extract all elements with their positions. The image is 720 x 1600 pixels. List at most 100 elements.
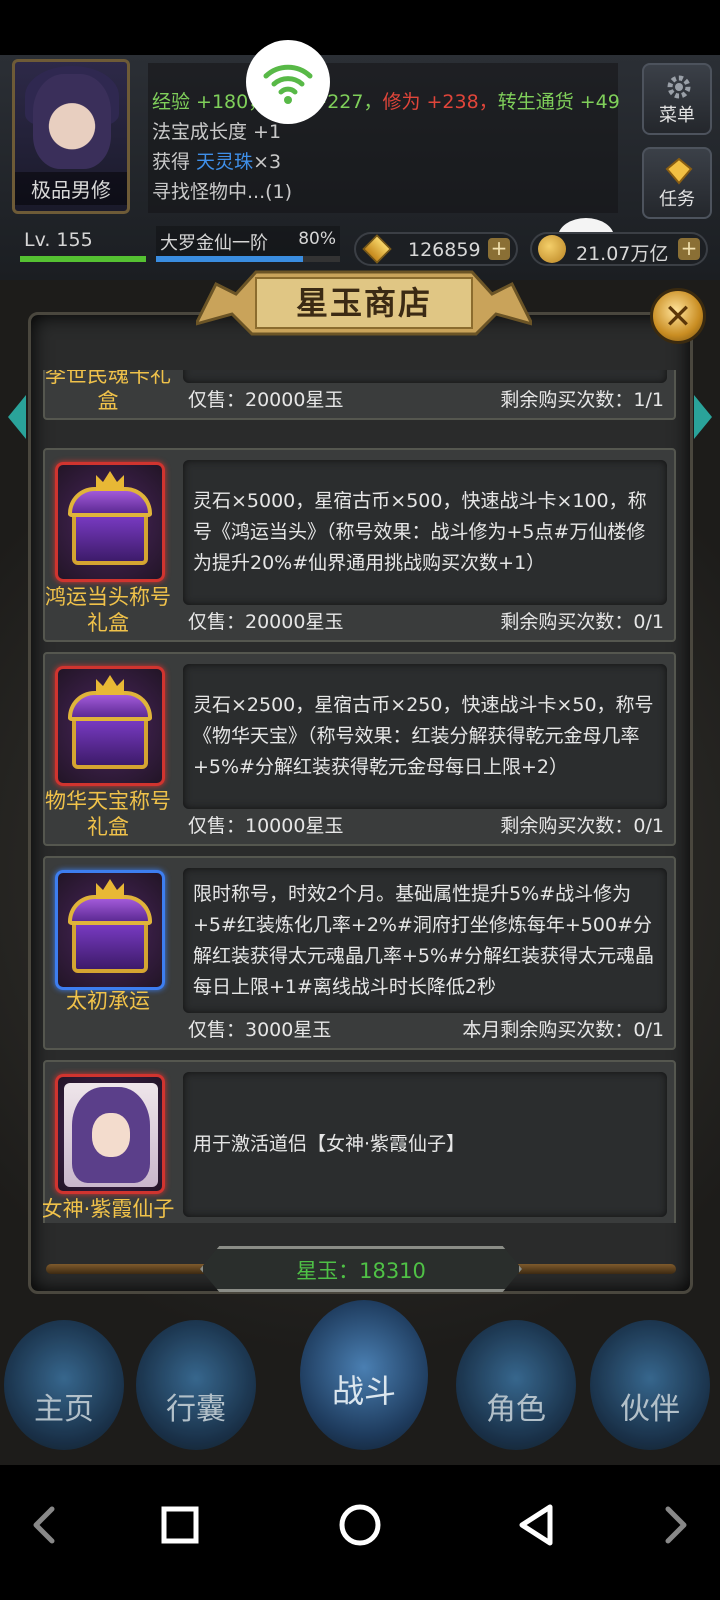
chevron-left-icon[interactable] bbox=[14, 1495, 74, 1555]
item-price: 仅售：20000星玉 bbox=[188, 611, 344, 633]
avatar-name: 极品男修 bbox=[15, 172, 127, 205]
item-purchase-limit: 本月剩余购买次数：0/1 bbox=[462, 1019, 664, 1041]
wifi-icon bbox=[246, 40, 330, 124]
item-description: 用于激活道侣【女神·紫霞仙子】 bbox=[193, 1133, 466, 1155]
item-description: 灵石×5000，星宿古币×500，快速战斗卡×100，称号《鸿运当头》（称号效果… bbox=[193, 490, 647, 574]
avatar-face bbox=[33, 74, 111, 169]
chest-crown bbox=[96, 471, 124, 491]
item-description-box: 用于激活道侣【女神·紫霞仙子】 bbox=[183, 1072, 667, 1217]
system-navigation-bar bbox=[0, 1465, 720, 1600]
log-obtain-suffix: ×3 bbox=[253, 151, 282, 173]
back-icon[interactable] bbox=[508, 1495, 568, 1555]
nav-home-label: 主页 bbox=[34, 1392, 94, 1427]
log-line-obtain: 获得 天灵珠×3 bbox=[152, 147, 614, 177]
shop-item-list[interactable]: 性增加减免2.6% 李世民魂卡礼盒 仅售：20000星玉 剩余购买次数：1/1 … bbox=[43, 370, 679, 1223]
realm-progress-track bbox=[156, 256, 340, 262]
item-icon-frame bbox=[55, 1074, 165, 1194]
gear-icon bbox=[667, 75, 691, 99]
item-name: 物华天宝称号礼盒 bbox=[45, 789, 171, 839]
diamond-icon bbox=[665, 157, 693, 185]
log-obtain-prefix: 获得 bbox=[152, 151, 197, 173]
nav-partner-button[interactable]: 伙伴 bbox=[590, 1320, 710, 1450]
gem-currency: 126859 + bbox=[354, 232, 518, 266]
gem-icon bbox=[362, 234, 392, 264]
item-icon-frame bbox=[55, 462, 165, 582]
nav-partner-label: 伙伴 bbox=[620, 1392, 680, 1427]
star-jade-balance: 星玉：18310 bbox=[296, 1259, 426, 1283]
log-line-artifact: 法宝成长度 +1 bbox=[152, 121, 282, 143]
close-button[interactable]: ✕ bbox=[650, 288, 706, 344]
item-price: 仅售：3000星玉 bbox=[188, 1019, 332, 1041]
item-description: 性增加减免2.6% bbox=[193, 370, 336, 378]
gem-amount: 126859 bbox=[408, 239, 481, 261]
menu-button[interactable]: 菜单 bbox=[642, 63, 712, 135]
item-name: 李世民魂卡礼盒 bbox=[45, 370, 171, 413]
shop-item[interactable]: 物华天宝称号礼盒 灵石×2500，星宿古币×250，快速战斗卡×50，称号《物华… bbox=[43, 652, 676, 846]
item-description-box: 灵石×2500，星宿古币×250，快速战斗卡×50，称号《物华天宝》（称号效果：… bbox=[183, 664, 667, 809]
item-price: 仅售：10000星玉 bbox=[188, 815, 344, 837]
player-avatar[interactable]: 极品男修 bbox=[12, 59, 130, 214]
add-gold-button[interactable]: + bbox=[678, 238, 700, 260]
item-name: 女神·紫霞仙子 bbox=[43, 1197, 175, 1221]
recent-apps-icon[interactable] bbox=[150, 1495, 210, 1555]
home-icon[interactable] bbox=[330, 1495, 390, 1555]
item-name: 鸿运当头称号礼盒 bbox=[45, 585, 171, 635]
shop-title: 星玉商店 bbox=[295, 284, 432, 322]
log-line-rewards: 经验 +180，银币 +227，修为 +238，转生通货 +49 bbox=[152, 87, 620, 117]
realm-progress-fill bbox=[156, 256, 304, 262]
nav-home-button[interactable]: 主页 bbox=[4, 1320, 124, 1450]
item-description-box: 限时称号，时效2个月。基础属性提升5%#战斗修为+5#红装炼化几率+2%#洞府打… bbox=[183, 868, 667, 1013]
item-name: 太初承运 bbox=[66, 989, 150, 1013]
nav-role-label: 角色 bbox=[486, 1392, 546, 1427]
log-rebirth-currency: 转生通货 +49 bbox=[497, 91, 620, 113]
item-description: 灵石×2500，星宿古币×250，快速战斗卡×50，称号《物华天宝》（称号效果：… bbox=[193, 694, 654, 778]
scroll-right-arrow-icon[interactable] bbox=[694, 395, 712, 439]
chest-lid bbox=[68, 487, 152, 517]
goddess-portrait bbox=[64, 1083, 158, 1187]
item-description: 限时称号，时效2个月。基础属性提升5%#战斗修为+5#红装炼化几率+2%#洞府打… bbox=[193, 882, 654, 998]
coin-icon bbox=[538, 235, 566, 263]
gold-amount: 21.07万亿 bbox=[576, 243, 669, 265]
battle-log: 经验 +180，银币 +227，修为 +238，转生通货 +49 法宝成长度 +… bbox=[148, 63, 620, 213]
gold-currency: 21.07万亿 + bbox=[530, 232, 708, 266]
nav-battle-button[interactable]: 战斗 bbox=[300, 1300, 428, 1450]
item-purchase-limit: 剩余购买次数：0/1 bbox=[500, 611, 664, 633]
chest-crown bbox=[96, 879, 124, 899]
menu-label: 菜单 bbox=[659, 105, 695, 126]
shop-item[interactable]: 太初承运 限时称号，时效2个月。基础属性提升5%#战斗修为+5#红装炼化几率+2… bbox=[43, 856, 676, 1050]
shop-item[interactable]: 女神·紫霞仙子 用于激活道侣【女神·紫霞仙子】 bbox=[43, 1060, 676, 1223]
item-description-box: 性增加减免2.6% bbox=[183, 370, 667, 383]
shop-item[interactable]: 鸿运当头称号礼盒 灵石×5000，星宿古币×500，快速战斗卡×100，称号《鸿… bbox=[43, 448, 676, 642]
item-purchase-limit: 剩余购买次数：1/1 bbox=[500, 389, 664, 411]
chevron-right-icon[interactable] bbox=[646, 1495, 706, 1555]
item-description-box: 灵石×5000，星宿古币×500，快速战斗卡×100，称号《鸿运当头》（称号效果… bbox=[183, 460, 667, 605]
item-price: 仅售：20000星玉 bbox=[188, 389, 344, 411]
chest-crown bbox=[96, 675, 124, 695]
close-icon: ✕ bbox=[663, 297, 693, 337]
add-gems-button[interactable]: + bbox=[488, 238, 510, 260]
treasure-chest-icon bbox=[72, 511, 148, 565]
level-progress-fill bbox=[20, 256, 146, 262]
chest-lid bbox=[68, 691, 152, 721]
shop-item[interactable]: 性增加减免2.6% 李世民魂卡礼盒 仅售：20000星玉 剩余购买次数：1/1 bbox=[43, 370, 676, 420]
item-purchase-limit: 剩余购买次数：0/1 bbox=[500, 815, 664, 837]
level-text: Lv. 155 bbox=[24, 229, 93, 251]
treasure-chest-icon bbox=[72, 715, 148, 769]
realm-percent: 80% bbox=[298, 229, 336, 249]
nav-role-button[interactable]: 角色 bbox=[456, 1320, 576, 1450]
task-label: 任务 bbox=[659, 189, 695, 210]
treasure-chest-icon bbox=[72, 919, 148, 973]
log-obtain-item: 天灵珠 bbox=[196, 151, 254, 173]
item-icon-frame bbox=[55, 870, 165, 990]
nav-bag-button[interactable]: 行囊 bbox=[136, 1320, 256, 1450]
realm-name: 大罗金仙一阶 bbox=[160, 233, 268, 254]
level-indicator: Lv. 155 bbox=[20, 226, 150, 262]
balance-bar: 星玉：18310 bbox=[36, 1246, 686, 1292]
level-progress-track bbox=[20, 256, 146, 262]
log-cultivation: 修为 +238， bbox=[382, 91, 498, 113]
portrait-face bbox=[92, 1113, 130, 1157]
task-button[interactable]: 任务 bbox=[642, 147, 712, 219]
nav-battle-label: 战斗 bbox=[331, 1372, 396, 1410]
scroll-left-arrow-icon[interactable] bbox=[8, 395, 26, 439]
log-line-searching: 寻找怪物中...(1) bbox=[152, 181, 293, 203]
